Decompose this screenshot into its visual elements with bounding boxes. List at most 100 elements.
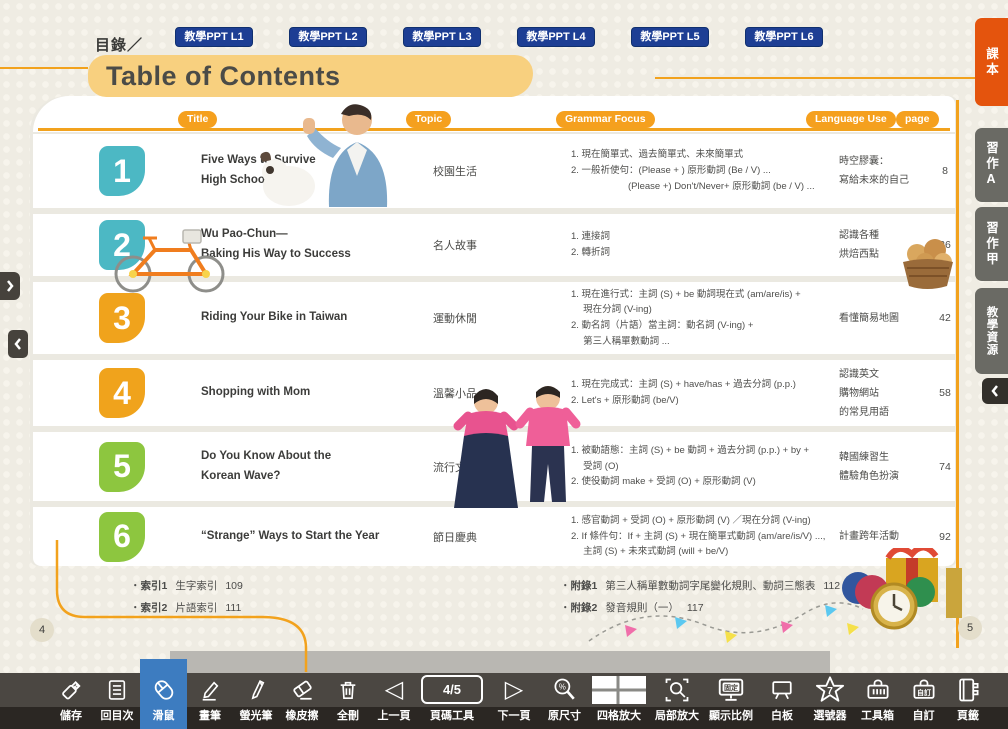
- display-ratio-icon: 固定: [716, 675, 746, 705]
- unit-page: 42: [924, 282, 966, 354]
- tab-workbook-jia[interactable]: 習作甲: [975, 207, 1008, 281]
- next-page-icon: ▷: [505, 678, 523, 702]
- original-size-button[interactable]: % 原尺寸: [541, 673, 588, 729]
- left-panel-open-button[interactable]: [0, 272, 20, 300]
- unit-title: Do You Know About theKorean Wave?: [201, 432, 429, 501]
- accent-line-left: [0, 67, 88, 69]
- toc-row-unit1[interactable]: 1 Five Ways to SurviveHigh School 校園生活 1…: [33, 134, 955, 208]
- header-underline: [38, 128, 950, 131]
- highlighter-tool-button[interactable]: 螢光筆: [233, 673, 279, 729]
- column-header-language: Language Use: [806, 111, 896, 128]
- right-panel-collapse-button[interactable]: [982, 378, 1008, 404]
- unit-title: Shopping with Mom: [201, 360, 429, 426]
- save-button[interactable]: 儲存: [48, 673, 94, 729]
- ppt-button-l5[interactable]: 教學PPT L5: [631, 27, 709, 47]
- page-tabs-button[interactable]: 頁籤: [946, 673, 990, 729]
- unit-number-badge: 4: [99, 368, 145, 418]
- column-header-page: page: [896, 111, 939, 128]
- left-panel-close-button[interactable]: [8, 330, 28, 358]
- svg-text:%: %: [558, 682, 565, 691]
- page-title-banner: Table of Contents: [88, 55, 533, 97]
- page-border-curve: [0, 530, 360, 675]
- unit-page: 58: [924, 360, 966, 426]
- unit-page: 74: [924, 432, 966, 501]
- previous-page-button[interactable]: ◁ 上一頁: [371, 673, 417, 729]
- bicycle-illustration: [103, 222, 238, 294]
- unit-topic: 名人故事: [433, 214, 528, 276]
- unit-topic: 節日慶典: [433, 507, 528, 566]
- ebook-app-window: 目錄／ 教學PPT L1 教學PPT L2 教學PPT L3 教學PPT L4 …: [0, 0, 1008, 729]
- accent-line-right: [655, 77, 1008, 79]
- unit-grammar: 1. 現在簡單式、過去簡單式、未來簡單式2. 一般祈使句：(Please + )…: [571, 134, 849, 208]
- chevron-right-icon: [5, 279, 15, 293]
- tab-teaching-resources[interactable]: 教學資源: [975, 288, 1008, 374]
- svg-text:自訂: 自訂: [917, 687, 931, 696]
- ppt-button-l1[interactable]: 教學PPT L1: [175, 27, 253, 47]
- unit-grammar: 1. 連接詞2. 轉折詞: [571, 214, 849, 276]
- mouse-tool-button[interactable]: 滑鼠: [140, 673, 187, 729]
- number-picker-button[interactable]: 7 選號器: [806, 673, 854, 729]
- prev-page-icon: ◁: [385, 678, 403, 702]
- chevron-left-icon: [990, 384, 1000, 398]
- bottom-toolbar: 儲存 回目次 滑鼠 畫筆 螢光筆 橡皮擦: [0, 673, 1008, 729]
- delete-all-button[interactable]: 全刪: [325, 673, 371, 729]
- page-indicator[interactable]: 4/5: [421, 675, 483, 704]
- tab-textbook[interactable]: 課本: [975, 18, 1008, 106]
- whiteboard-icon: [768, 676, 796, 704]
- svg-text:固定: 固定: [724, 683, 739, 692]
- string-lights-doodle: [585, 583, 865, 661]
- unit-number-badge: 5: [99, 442, 145, 492]
- pen-tool-button[interactable]: 畫筆: [187, 673, 233, 729]
- ppt-button-l4[interactable]: 教學PPT L4: [517, 27, 595, 47]
- unit-topic: 校園生活: [433, 134, 528, 208]
- ppt-button-l3[interactable]: 教學PPT L3: [403, 27, 481, 47]
- page-title: Table of Contents: [106, 61, 341, 92]
- column-header-grammar: Grammar Focus: [556, 111, 655, 128]
- unit-grammar: 1. 現在完成式：主詞 (S) + have/has + 過去分詞 (p.p.)…: [571, 360, 849, 426]
- back-to-toc-button[interactable]: 回目次: [94, 673, 140, 729]
- toolbox-icon: [864, 676, 892, 704]
- unit-grammar: 1. 被動語態：主詞 (S) + be 動詞 + 過去分詞 (p.p.) + b…: [571, 432, 849, 501]
- column-header-topic: Topic: [406, 111, 451, 128]
- quad-zoom-icon: [591, 675, 647, 705]
- zoom-percent-icon: %: [551, 676, 579, 704]
- region-zoom-button[interactable]: 局部放大: [650, 673, 704, 729]
- page-number-tool[interactable]: 4/5 頁碼工具: [417, 673, 487, 729]
- toc-list-icon: [104, 677, 130, 703]
- trash-icon: [335, 677, 361, 703]
- display-ratio-button[interactable]: 固定 顯示比例: [704, 673, 758, 729]
- pencil-icon: [197, 677, 223, 703]
- custom-toolbox-button[interactable]: 自訂 自訂: [901, 673, 946, 729]
- unit-number-badge: 3: [99, 293, 145, 343]
- custom-toolbox-icon: 自訂: [910, 676, 938, 704]
- ppt-button-l2[interactable]: 教學PPT L2: [289, 27, 367, 47]
- ppt-button-l6[interactable]: 教學PPT L6: [745, 27, 823, 47]
- unit-language-use: 韓國練習生體驗角色扮演: [839, 432, 929, 501]
- unit-language-use: 時空膠囊：寫給未來的自己: [839, 134, 929, 208]
- star-number-icon: 7: [815, 675, 845, 705]
- usb-save-icon: [57, 676, 85, 704]
- chevron-left-icon: [13, 337, 23, 351]
- korean-couple-illustration: [428, 384, 603, 511]
- unit-page: 8: [924, 134, 966, 208]
- whiteboard-button[interactable]: 白板: [758, 673, 806, 729]
- quad-zoom-button[interactable]: 四格放大: [588, 673, 650, 729]
- toolbox-button[interactable]: 工具箱: [854, 673, 901, 729]
- eraser-tool-button[interactable]: 橡皮擦: [279, 673, 325, 729]
- next-page-button[interactable]: ▷ 下一頁: [487, 673, 541, 729]
- page-tabs-icon: [954, 676, 982, 704]
- svg-text:7: 7: [827, 685, 833, 696]
- unit-language-use: 認識英文購物網站的常見用語: [839, 360, 929, 426]
- unit-topic: 運動休閒: [433, 282, 528, 354]
- toc-menu-label: 目錄／: [95, 34, 143, 55]
- eraser-icon: [288, 676, 316, 704]
- mouse-icon: [150, 676, 178, 704]
- tab-workbook-a[interactable]: 習作A: [975, 128, 1008, 202]
- bread-basket-illustration: [897, 232, 958, 290]
- region-zoom-icon: [663, 676, 691, 704]
- unit-number-badge: 1: [99, 146, 145, 196]
- unit-grammar: 1. 現在進行式：主詞 (S) + be 動詞現在式 (am/are/is) +…: [571, 282, 849, 354]
- unit-language-use: 看懂簡易地圖: [839, 282, 929, 354]
- highlighter-icon: [243, 677, 269, 703]
- column-header-title: Title: [178, 111, 217, 128]
